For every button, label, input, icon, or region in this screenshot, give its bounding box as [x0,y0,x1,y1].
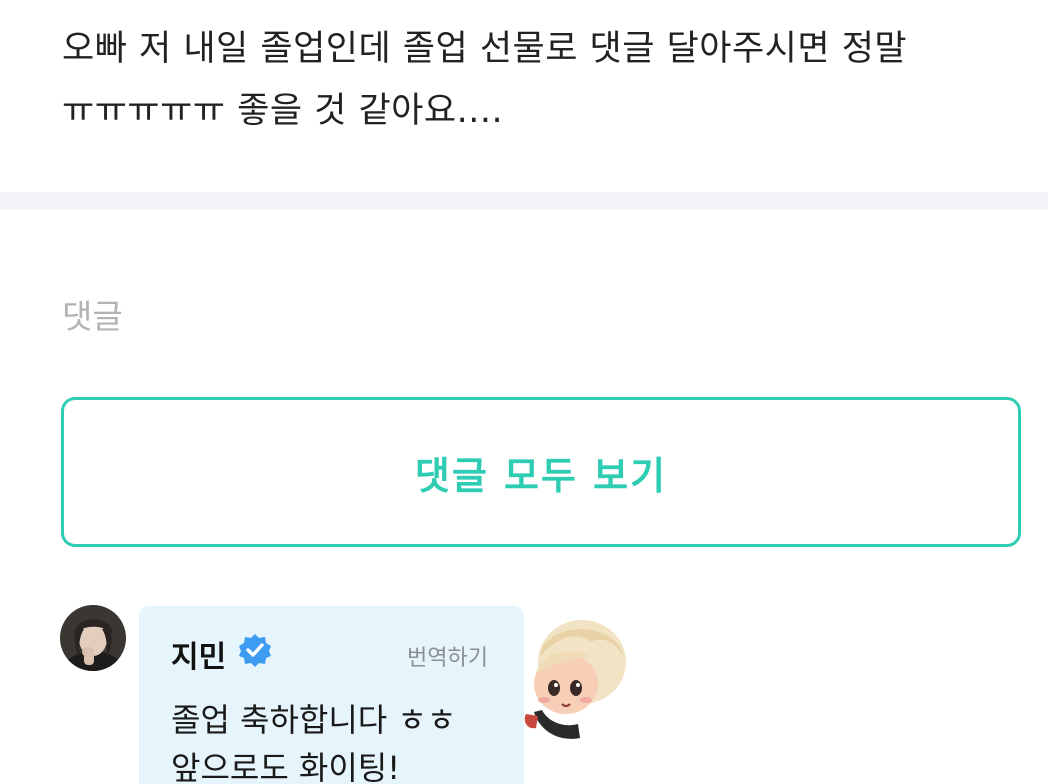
comment-bubble: 지민 번역하기 졸업 축하합니다 ㅎㅎ 앞으로도 화이팅! [139,606,524,784]
verified-badge-icon [237,632,273,668]
comment-text: 졸업 축하합니다 ㅎㅎ 앞으로도 화이팅! [171,696,456,784]
comment-text-line-2: 앞으로도 화이팅! [171,749,401,784]
post-line-2: ㅠㅠㅠㅠㅠ 좋을 것 같아요.... [62,91,504,131]
comment-text-line-1: 졸업 축하합니다 ㅎㅎ [171,701,457,739]
post-body: 오빠 저 내일 졸업인데 졸업 선물로 댓글 달아주시면 정말 ㅠㅠㅠㅠㅠ 좋을… [62,18,1002,142]
translate-button[interactable]: 번역하기 [407,640,488,672]
comments-section-label: 댓글 [62,297,123,336]
view-all-comments-button[interactable]: 댓글 모두 보기 [61,397,1021,547]
post-line-1: 오빠 저 내일 졸업인데 졸업 선물로 댓글 달아주시면 정말 [62,29,908,69]
section-divider [0,192,1048,210]
avatar[interactable] [60,605,126,671]
view-all-comments-label: 댓글 모두 보기 [414,453,668,498]
comment-author[interactable]: 지민 [171,632,226,676]
avatar-photo [60,605,126,671]
fan-post-page: 오빠 저 내일 졸업인데 졸업 선물로 댓글 달아주시면 정말 ㅠㅠㅠㅠㅠ 좋을… [0,0,1048,784]
character-sticker [520,612,632,744]
